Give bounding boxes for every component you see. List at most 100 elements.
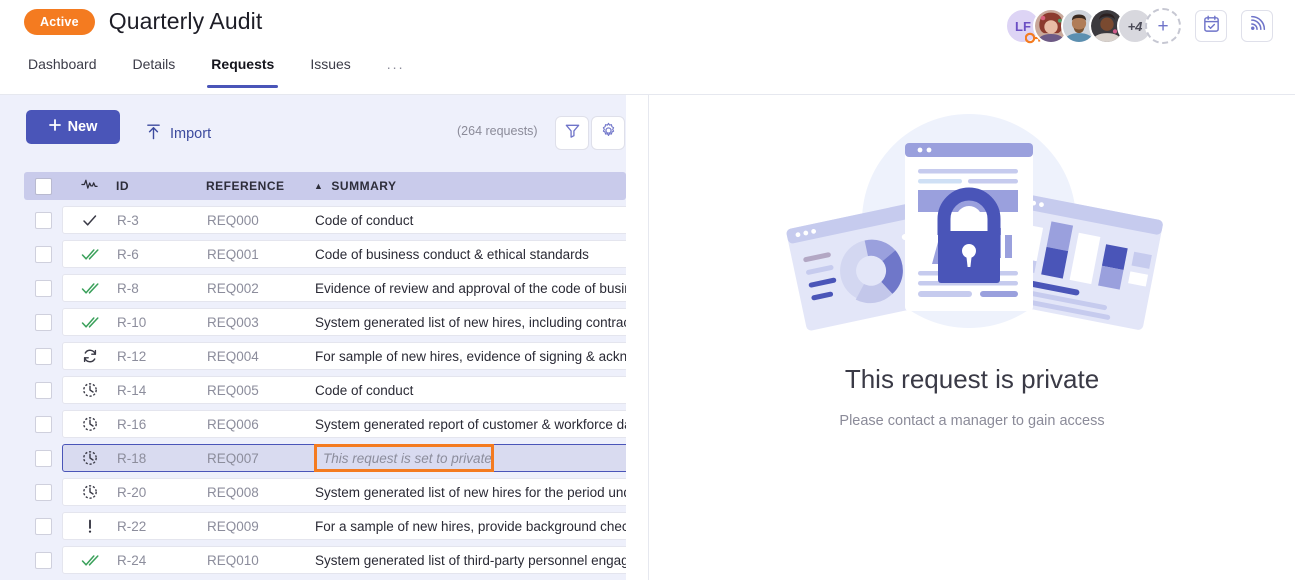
- avatar-group: LF +4 +: [1005, 8, 1181, 44]
- row-card[interactable]: R-14 REQ005 Code of conduct: [62, 376, 626, 404]
- row-summary: Code of conduct: [315, 382, 414, 398]
- tab-dashboard[interactable]: Dashboard: [24, 56, 115, 88]
- row-card[interactable]: R-16 REQ006 System generated report of c…: [62, 410, 626, 438]
- row-summary: System generated report of customer & wo…: [315, 416, 626, 432]
- requests-table: ID REFERENCE ▲ SUMMARY R-3 REQ000 Code o…: [24, 172, 626, 580]
- row-reference: REQ007: [207, 450, 259, 466]
- row-card[interactable]: R-8 REQ002 Evidence of review and approv…: [62, 274, 626, 302]
- row-card[interactable]: R-12 REQ004 For sample of new hires, evi…: [62, 342, 626, 370]
- row-card[interactable]: R-24 REQ010 System generated list of thi…: [62, 546, 626, 574]
- row-card[interactable]: R-18 REQ007 This request is set to priva…: [62, 444, 626, 472]
- import-label: Import: [170, 126, 212, 142]
- row-id: R-14: [117, 382, 147, 398]
- row-card[interactable]: R-20 REQ008 System generated list of new…: [62, 478, 626, 506]
- row-summary: For sample of new hires, evidence of sig…: [315, 348, 626, 364]
- check-double-icon: [63, 248, 117, 261]
- table-row[interactable]: R-6 REQ001 Code of business conduct & et…: [24, 240, 626, 268]
- filter-funnel-icon: [564, 122, 581, 144]
- row-checkbox[interactable]: [34, 381, 52, 399]
- row-select-cell: [24, 517, 62, 535]
- summary-column-header[interactable]: ▲ SUMMARY: [314, 179, 626, 193]
- row-checkbox[interactable]: [34, 449, 52, 467]
- table-row[interactable]: R-16 REQ006 System generated report of c…: [24, 410, 626, 438]
- gear-icon: [600, 122, 617, 144]
- settings-button[interactable]: [591, 116, 625, 150]
- sync-icon: [63, 348, 117, 364]
- id-column-header[interactable]: ID: [116, 179, 206, 193]
- add-member-button[interactable]: +: [1145, 8, 1181, 44]
- clock-pending-icon: [63, 484, 117, 500]
- row-select-cell: [24, 449, 62, 467]
- row-id: R-10: [117, 314, 147, 330]
- reference-column-header[interactable]: REFERENCE: [206, 179, 314, 193]
- row-id: R-12: [117, 348, 147, 364]
- row-checkbox[interactable]: [34, 279, 52, 297]
- table-row[interactable]: R-3 REQ000 Code of conduct: [24, 206, 626, 234]
- row-select-cell: [24, 245, 62, 263]
- private-document-lock-illustration: [772, 113, 1172, 358]
- status-badge: Active: [24, 8, 95, 35]
- select-all-checkbox[interactable]: [34, 177, 52, 195]
- row-checkbox[interactable]: [34, 245, 52, 263]
- feed-button[interactable]: [1241, 10, 1273, 42]
- table-row-selected[interactable]: R-18 REQ007 This request is set to priva…: [24, 444, 626, 472]
- table-row[interactable]: R-14 REQ005 Code of conduct: [24, 376, 626, 404]
- table-row[interactable]: R-24 REQ010 System generated list of thi…: [24, 546, 626, 574]
- row-summary: For a sample of new hires, provide backg…: [315, 518, 626, 534]
- row-id: R-16: [117, 416, 147, 432]
- row-id: R-18: [117, 450, 147, 466]
- plus-icon: [48, 119, 61, 135]
- row-card[interactable]: R-3 REQ000 Code of conduct: [62, 206, 626, 234]
- row-card[interactable]: R-6 REQ001 Code of business conduct & et…: [62, 240, 626, 268]
- tab-issues[interactable]: Issues: [292, 56, 368, 88]
- clock-pending-icon: [63, 450, 117, 466]
- row-checkbox[interactable]: [34, 483, 52, 501]
- table-row[interactable]: R-22 REQ009 For a sample of new hires, p…: [24, 512, 626, 540]
- calendar-check-icon: [1202, 14, 1221, 38]
- table-row[interactable]: R-8 REQ002 Evidence of review and approv…: [24, 274, 626, 302]
- row-id: R-24: [117, 552, 147, 568]
- alert-icon: [63, 519, 117, 534]
- row-summary-private-highlight: This request is set to private: [314, 444, 494, 472]
- table-row[interactable]: R-10 REQ003 System generated list of new…: [24, 308, 626, 336]
- row-reference: REQ000: [207, 212, 259, 228]
- row-reference: REQ002: [207, 280, 259, 296]
- requests-pane: New Import (264 requests) ID REFERENCE ▲…: [0, 95, 626, 580]
- row-summary: System generated list of new hires for t…: [315, 484, 626, 500]
- import-button[interactable]: Import: [146, 117, 211, 151]
- row-id: R-8: [117, 280, 139, 296]
- new-request-button[interactable]: New: [26, 110, 120, 144]
- row-checkbox[interactable]: [34, 551, 52, 569]
- empty-state-subtitle: Please contact a manager to gain access: [839, 413, 1105, 429]
- row-checkbox[interactable]: [34, 415, 52, 433]
- row-reference: REQ008: [207, 484, 259, 500]
- row-checkbox[interactable]: [34, 517, 52, 535]
- calendar-button[interactable]: [1195, 10, 1227, 42]
- table-row[interactable]: R-12 REQ004 For sample of new hires, evi…: [24, 342, 626, 370]
- requests-toolbar: New Import (264 requests): [0, 95, 626, 171]
- row-select-cell: [24, 551, 62, 569]
- filter-button[interactable]: [555, 116, 589, 150]
- table-row[interactable]: R-20 REQ008 System generated list of new…: [24, 478, 626, 506]
- row-reference: REQ003: [207, 314, 259, 330]
- app-root: Active Quarterly Audit Dashboard Details…: [0, 0, 1295, 580]
- tab-details[interactable]: Details: [115, 56, 194, 88]
- row-checkbox[interactable]: [34, 211, 52, 229]
- row-select-cell: [24, 483, 62, 501]
- row-checkbox[interactable]: [34, 347, 52, 365]
- row-reference: REQ004: [207, 348, 259, 364]
- row-select-cell: [24, 279, 62, 297]
- row-checkbox[interactable]: [34, 313, 52, 331]
- row-reference: REQ006: [207, 416, 259, 432]
- tab-overflow[interactable]: ...: [369, 56, 423, 88]
- page-header: Active Quarterly Audit Dashboard Details…: [0, 0, 1295, 95]
- status-column-header[interactable]: [62, 177, 116, 195]
- row-id: R-22: [117, 518, 147, 534]
- row-reference: REQ001: [207, 246, 259, 262]
- private-request-empty-state: This request is private Please contact a…: [649, 95, 1295, 580]
- row-card[interactable]: R-22 REQ009 For a sample of new hires, p…: [62, 512, 626, 540]
- row-card[interactable]: R-10 REQ003 System generated list of new…: [62, 308, 626, 336]
- row-select-cell: [24, 211, 62, 229]
- page-title: Quarterly Audit: [108, 8, 263, 34]
- tab-requests[interactable]: Requests: [193, 56, 292, 88]
